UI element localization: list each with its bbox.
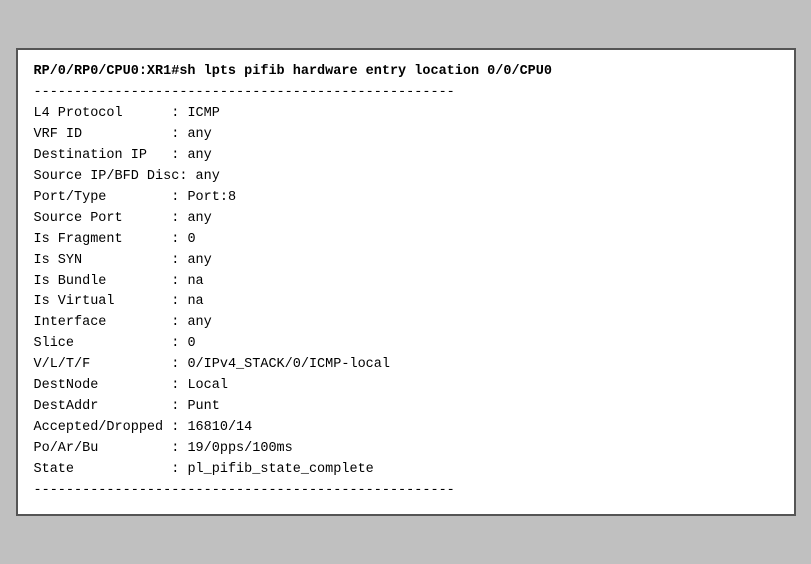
row-label: Is SYN <box>34 251 172 272</box>
row-colon: : <box>171 397 187 418</box>
row-value: 19/0pps/100ms <box>187 439 292 460</box>
row-value: na <box>187 292 203 313</box>
row-value: ICMP <box>187 104 219 125</box>
row-value: any <box>187 209 211 230</box>
table-row: Is Bundle : na <box>34 272 778 293</box>
table-row: Is Fragment : 0 <box>34 230 778 251</box>
row-colon: : <box>171 146 187 167</box>
table-row: Interface : any <box>34 313 778 334</box>
row-value: any <box>187 251 211 272</box>
table-row: L4 Protocol : ICMP <box>34 104 778 125</box>
row-label: L4 Protocol <box>34 104 172 125</box>
table-row: Po/Ar/Bu : 19/0pps/100ms <box>34 439 778 460</box>
row-label: VRF ID <box>34 125 172 146</box>
row-label: State <box>34 460 172 481</box>
terminal-window: RP/0/RP0/CPU0:XR1#sh lpts pifib hardware… <box>16 48 796 515</box>
row-value: 0 <box>187 230 195 251</box>
data-rows: L4 Protocol : ICMPVRF ID : anyDestinatio… <box>34 104 778 481</box>
row-value: Port:8 <box>187 188 236 209</box>
row-label: V/L/T/F <box>34 355 172 376</box>
row-colon: : <box>171 334 187 355</box>
row-value: Punt <box>187 397 219 418</box>
row-label: Is Bundle <box>34 272 172 293</box>
table-row: DestAddr : Punt <box>34 397 778 418</box>
row-colon: : <box>171 355 187 376</box>
row-value: 16810/14 <box>187 418 252 439</box>
table-row: Accepted/Dropped : 16810/14 <box>34 418 778 439</box>
command-line: RP/0/RP0/CPU0:XR1#sh lpts pifib hardware… <box>34 62 778 83</box>
row-colon: : <box>171 292 187 313</box>
table-row: Source Port : any <box>34 209 778 230</box>
row-value: Local <box>187 376 228 397</box>
row-colon: : <box>171 230 187 251</box>
table-row: Destination IP : any <box>34 146 778 167</box>
row-label: Source Port <box>34 209 172 230</box>
table-row: VRF ID : any <box>34 125 778 146</box>
row-colon: : <box>171 272 187 293</box>
row-colon: : <box>171 251 187 272</box>
row-value: na <box>187 272 203 293</box>
row-value: any <box>187 313 211 334</box>
row-value: any <box>196 167 220 188</box>
row-value: 0/IPv4_STACK/0/ICMP-local <box>187 355 390 376</box>
row-label: Is Virtual <box>34 292 172 313</box>
table-row: Slice : 0 <box>34 334 778 355</box>
row-label: Source IP/BFD Disc <box>34 167 180 188</box>
row-label: Port/Type <box>34 188 172 209</box>
row-colon: : <box>171 313 187 334</box>
table-row: State : pl_pifib_state_complete <box>34 460 778 481</box>
row-value: pl_pifib_state_complete <box>187 460 373 481</box>
table-row: DestNode : Local <box>34 376 778 397</box>
row-label: Interface <box>34 313 172 334</box>
row-colon: : <box>171 188 187 209</box>
row-colon: : <box>171 418 187 439</box>
separator-top: ----------------------------------------… <box>34 83 778 104</box>
row-colon: : <box>171 125 187 146</box>
row-colon: : <box>171 460 187 481</box>
row-label: Slice <box>34 334 172 355</box>
table-row: Source IP/BFD Disc: any <box>34 167 778 188</box>
row-colon: : <box>171 439 187 460</box>
separator-bottom: ----------------------------------------… <box>34 481 778 502</box>
row-label: Po/Ar/Bu <box>34 439 172 460</box>
row-label: Accepted/Dropped <box>34 418 172 439</box>
row-label: Is Fragment <box>34 230 172 251</box>
row-value: any <box>187 146 211 167</box>
row-colon: : <box>171 104 187 125</box>
row-label: DestNode <box>34 376 172 397</box>
row-label: Destination IP <box>34 146 172 167</box>
row-value: 0 <box>187 334 195 355</box>
table-row: Is SYN : any <box>34 251 778 272</box>
command-text: RP/0/RP0/CPU0:XR1#sh lpts pifib hardware… <box>34 62 552 83</box>
row-colon: : <box>171 209 187 230</box>
table-row: V/L/T/F : 0/IPv4_STACK/0/ICMP-local <box>34 355 778 376</box>
table-row: Port/Type : Port:8 <box>34 188 778 209</box>
row-colon: : <box>171 376 187 397</box>
table-row: Is Virtual : na <box>34 292 778 313</box>
row-value: any <box>187 125 211 146</box>
row-label: DestAddr <box>34 397 172 418</box>
row-colon: : <box>179 167 195 188</box>
